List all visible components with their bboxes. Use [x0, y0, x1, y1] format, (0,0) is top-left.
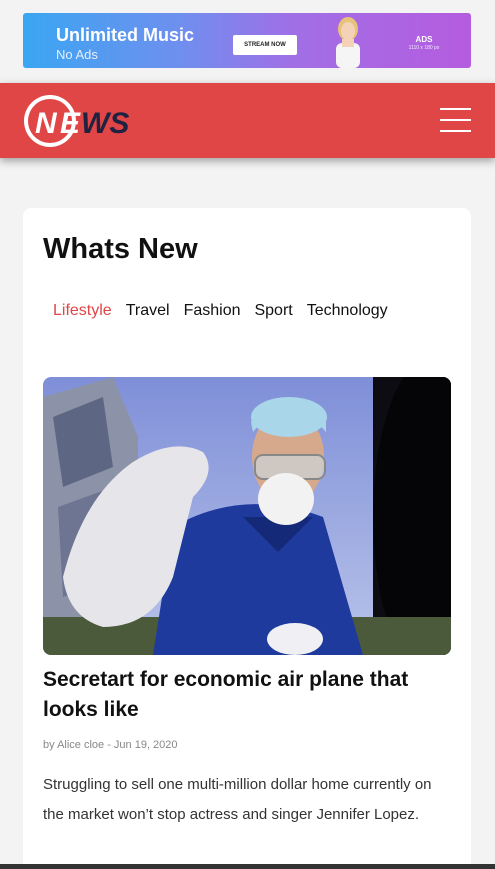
tab-fashion[interactable]: Fashion: [184, 302, 241, 320]
ad-subtitle: No Ads: [56, 47, 98, 62]
ad-model-image: [336, 17, 360, 68]
bottom-edge-bar: [0, 864, 495, 869]
ad-size: 1110 x 180 px: [408, 45, 440, 51]
tab-travel[interactable]: Travel: [126, 302, 170, 320]
svg-text:N: N: [35, 107, 58, 140]
ad-label: ADS: [415, 35, 433, 44]
tab-sport[interactable]: Sport: [254, 302, 292, 320]
whats-new-card: Whats New Lifestyle Travel Fashion Sport…: [23, 208, 471, 869]
svg-text:E: E: [60, 107, 81, 140]
article-image[interactable]: [43, 377, 451, 655]
hamburger-icon[interactable]: [440, 108, 472, 134]
ad-banner[interactable]: Unlimited Music No Ads STREAM NOW ADS 11…: [23, 13, 471, 68]
tab-lifestyle[interactable]: Lifestyle: [53, 302, 112, 320]
category-tabs: Lifestyle Travel Fashion Sport Technolog…: [53, 302, 388, 320]
article-meta: by Alice cloe - Jun 19, 2020: [43, 739, 178, 751]
article-excerpt: Struggling to sell one multi-million dol…: [43, 776, 432, 823]
site-header: N E WS: [0, 83, 495, 158]
news-logo[interactable]: N E WS: [22, 92, 162, 150]
tab-technology[interactable]: Technology: [307, 302, 388, 320]
svg-text:WS: WS: [81, 107, 129, 140]
ad-title: Unlimited Music: [56, 25, 195, 45]
section-title: Whats New: [43, 233, 198, 265]
ad-stream-button[interactable]: STREAM NOW: [233, 35, 297, 55]
article-headline[interactable]: Secretart for economic air plane that lo…: [43, 665, 443, 725]
